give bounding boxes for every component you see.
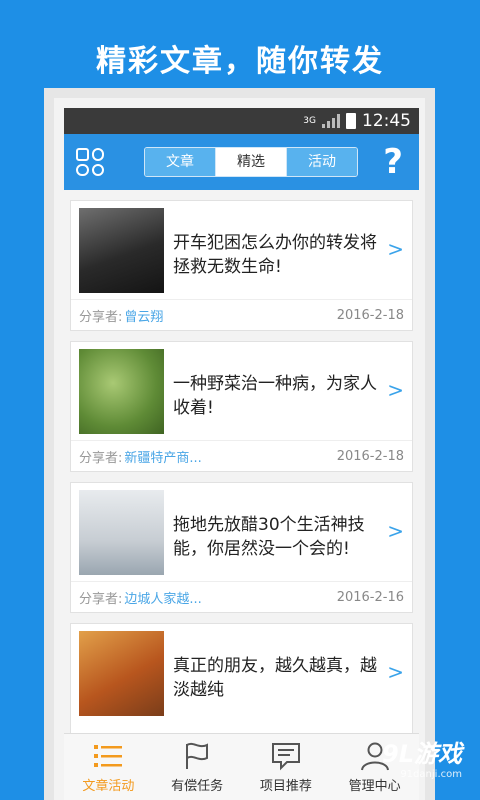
article-meta: 分享者: 新疆特产商... 2016-2-18 <box>71 440 412 471</box>
segment-tabs: 文章 精选 活动 <box>144 147 358 177</box>
list-icon <box>94 744 123 767</box>
clock: 12:45 <box>362 111 411 131</box>
watermark-brand: 9L游戏 <box>382 740 462 768</box>
article-date: 2016-2-18 <box>336 448 404 464</box>
article-date: 2016-2-16 <box>336 589 404 605</box>
tab-articles[interactable]: 文章 <box>145 148 216 176</box>
list-item[interactable]: 拖地先放醋30个生活神技能，你居然没一个会的! > 分享者: 边城人家越... … <box>70 482 413 613</box>
author-link[interactable]: 边城人家越... <box>124 588 201 607</box>
author-link[interactable]: 曾云翔 <box>124 306 163 325</box>
battery-icon <box>346 113 356 129</box>
tab-events[interactable]: 活动 <box>287 148 357 176</box>
grid-menu-icon[interactable] <box>76 148 104 176</box>
article-list: 开车犯困怎么办你的转发将拯救无数生命! > 分享者: 曾云翔 2016-2-18… <box>70 200 413 764</box>
promo-headline: 精彩文章，随你转发 <box>96 44 384 79</box>
article-thumbnail <box>79 208 164 293</box>
nav-label: 项目推荐 <box>259 778 312 794</box>
article-meta: 分享者: 曾云翔 2016-2-18 <box>71 299 412 330</box>
message-icon <box>271 742 300 770</box>
watermark-site: 91danji.com <box>400 769 462 780</box>
author-link[interactable]: 新疆特产商... <box>124 447 201 466</box>
chevron-right-icon: > <box>387 519 404 543</box>
share-label: 分享者: <box>79 309 123 325</box>
status-bar: 3G 12:45 <box>64 108 419 134</box>
article-title: 开车犯困怎么办你的转发将拯救无数生命! <box>173 233 377 277</box>
article-date: 2016-2-18 <box>336 307 404 323</box>
article-thumbnail <box>79 349 164 434</box>
article-title: 一种野菜治一种病，为家人收着! <box>173 374 377 418</box>
share-label: 分享者: <box>79 450 123 466</box>
chevron-right-icon: > <box>387 660 404 684</box>
share-label: 分享者: <box>79 591 123 607</box>
phone-screen: 3G 12:45 文章 精选 活动 ? 开车犯困怎么办你的转发将拯救无数生命! … <box>54 98 425 800</box>
nav-label: 文章活动 <box>82 778 135 794</box>
flag-icon <box>186 742 209 769</box>
chevron-right-icon: > <box>387 378 404 402</box>
nav-project-recommend[interactable]: 项目推荐 <box>242 734 331 800</box>
list-item[interactable]: 开车犯困怎么办你的转发将拯救无数生命! > 分享者: 曾云翔 2016-2-18 <box>70 200 413 331</box>
app-bar: 文章 精选 活动 ? <box>64 134 419 190</box>
help-icon[interactable]: ? <box>383 142 403 182</box>
chevron-right-icon: > <box>387 237 404 261</box>
nav-paid-tasks[interactable]: 有偿任务 <box>153 734 242 800</box>
nav-label: 有偿任务 <box>171 778 224 794</box>
nav-articles-events[interactable]: 文章活动 <box>64 734 153 800</box>
article-meta: 分享者: 边城人家越... 2016-2-16 <box>71 581 412 612</box>
article-thumbnail <box>79 631 164 716</box>
signal-icon <box>322 114 340 128</box>
tab-featured[interactable]: 精选 <box>216 148 287 176</box>
article-title: 真正的朋友，越久越真，越淡越纯 <box>173 656 377 700</box>
bottom-nav: 文章活动 有偿任务 项目推荐 管理中心 <box>64 733 419 800</box>
article-title: 拖地先放醋30个生活神技能，你居然没一个会的! <box>173 515 365 559</box>
watermark-logo: 9L游戏 91danji.com <box>382 734 462 780</box>
list-item[interactable]: 一种野菜治一种病，为家人收着! > 分享者: 新疆特产商... 2016-2-1… <box>70 341 413 472</box>
article-thumbnail <box>79 490 164 575</box>
network-indicator: 3G <box>303 115 316 126</box>
